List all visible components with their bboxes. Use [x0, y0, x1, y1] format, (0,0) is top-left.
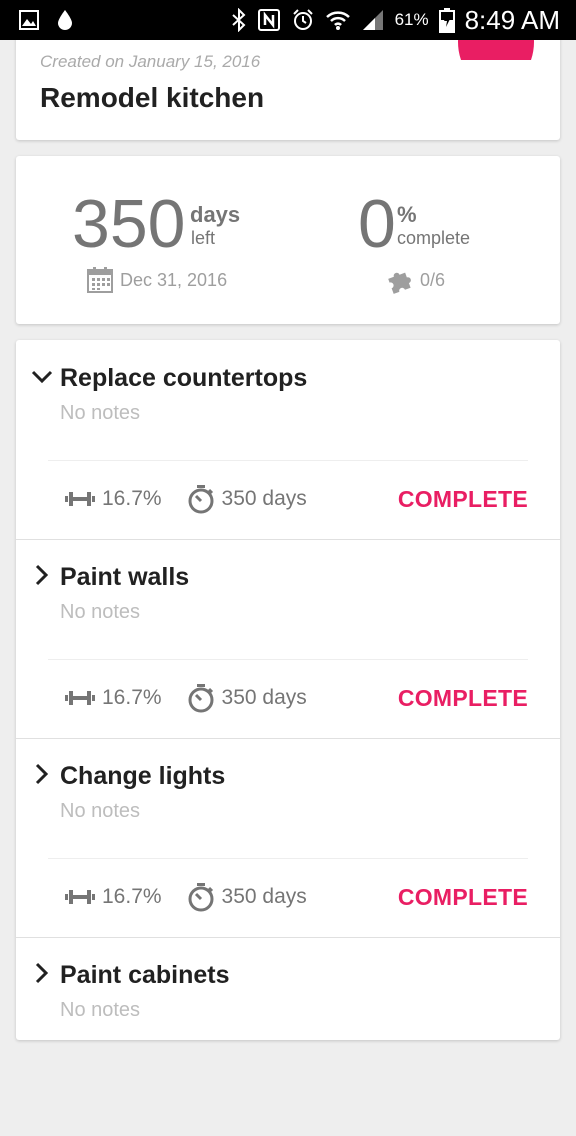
image-icon: [19, 10, 39, 30]
signal-icon: [362, 10, 383, 30]
task-notes: No notes: [60, 601, 141, 623]
task-list-card: Replace countertops No notes 16.7% 350 d…: [16, 340, 560, 1040]
timer-icon: [188, 485, 214, 514]
task-duration: 350 days: [221, 686, 307, 709]
nfc-icon: [257, 9, 280, 31]
complete-task-button[interactable]: COMPLETE: [398, 685, 528, 712]
days-left-value: 350: [72, 186, 186, 262]
chevron-right-icon[interactable]: [30, 762, 54, 786]
days-unit: days: [190, 202, 241, 227]
due-date-text: Dec 31, 2016: [120, 269, 228, 290]
task-title: Paint cabinets: [60, 961, 230, 989]
dumbbell-icon: [65, 492, 95, 506]
water-drop-icon: [58, 10, 72, 30]
task-item[interactable]: Change lights No notes 16.7% 350 days CO…: [16, 738, 560, 938]
task-notes: No notes: [60, 402, 141, 424]
complete-task-button[interactable]: COMPLETE: [398, 486, 528, 513]
task-item[interactable]: Paint cabinets No notes: [16, 937, 560, 1136]
task-title: Change lights: [60, 762, 226, 790]
tasks-progress-text: 0/6: [420, 269, 446, 290]
task-meta: 16.7% 350 days: [64, 683, 323, 713]
battery-charging-icon: [438, 8, 455, 33]
due-date: Dec 31, 2016: [86, 266, 227, 294]
wifi-icon: [325, 11, 350, 30]
bluetooth-icon: [231, 8, 246, 32]
divider: [48, 858, 528, 859]
percent-complete-value: 0: [358, 186, 396, 262]
chevron-down-icon[interactable]: [30, 364, 54, 388]
divider: [48, 659, 528, 660]
tasks-progress: 0/6: [386, 266, 445, 294]
task-meta: 16.7% 350 days: [64, 882, 323, 912]
task-title: Replace countertops: [60, 364, 308, 392]
task-weight: 16.7%: [102, 885, 162, 908]
days-left-label: left: [191, 228, 216, 248]
percent-complete-label: complete: [397, 228, 471, 248]
chevron-right-icon[interactable]: [30, 961, 54, 985]
divider: [48, 460, 528, 461]
timer-icon: [188, 684, 214, 713]
project-stats-card: 350 days left Dec 31, 2016 0 % complete …: [16, 156, 560, 324]
task-meta: 16.7% 350 days: [64, 484, 323, 514]
task-duration: 350 days: [221, 885, 307, 908]
add-fab-button[interactable]: [458, 40, 534, 60]
complete-task-button[interactable]: COMPLETE: [398, 884, 528, 911]
task-weight: 16.7%: [102, 487, 162, 510]
chevron-right-icon[interactable]: [30, 563, 54, 587]
timer-icon: [188, 883, 214, 912]
battery-percent: 61%: [394, 10, 429, 29]
project-title: Remodel kitchen: [40, 82, 265, 113]
alarm-icon: [292, 9, 313, 30]
task-weight: 16.7%: [102, 686, 162, 709]
fab-clip: [0, 40, 576, 60]
task-notes: No notes: [60, 999, 141, 1021]
puzzle-icon: [388, 272, 411, 294]
dumbbell-icon: [65, 890, 95, 904]
dumbbell-icon: [65, 691, 95, 705]
task-item[interactable]: Replace countertops No notes 16.7% 350 d…: [16, 340, 560, 540]
task-title: Paint walls: [60, 563, 190, 591]
task-duration: 350 days: [221, 487, 307, 510]
status-bar: 61% 8:49 AM: [0, 0, 576, 40]
clock: 8:49 AM: [464, 4, 560, 35]
calendar-icon: [87, 267, 113, 293]
task-item[interactable]: Paint walls No notes 16.7% 350 days COMP…: [16, 539, 560, 739]
task-notes: No notes: [60, 800, 141, 822]
percent-unit: %: [397, 202, 417, 227]
